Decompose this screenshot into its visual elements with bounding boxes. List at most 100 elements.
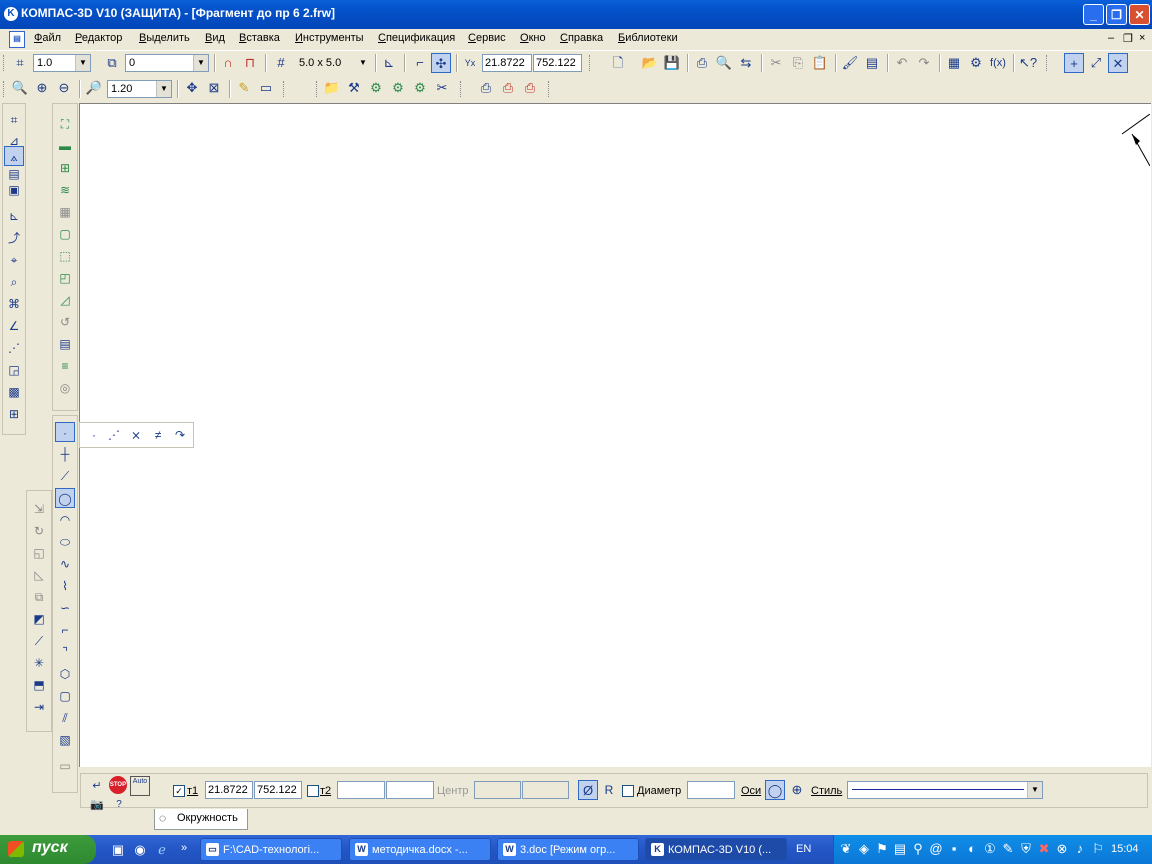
scale-icon[interactable]: ◱ — [29, 543, 49, 563]
library-tool-7-icon[interactable]: ⎙ — [498, 78, 518, 98]
center-y-field[interactable] — [522, 781, 569, 799]
print-icon[interactable]: ⎙ — [692, 53, 712, 73]
layer-icon[interactable]: ⧉ — [102, 53, 122, 73]
report-icon[interactable]: ⌕ — [4, 272, 24, 292]
tool-7-icon[interactable]: ⬚ — [55, 246, 75, 266]
menu-window[interactable]: Окно — [520, 32, 546, 44]
polygon-icon[interactable]: ⬡ — [55, 664, 75, 684]
mdi-close-button[interactable]: × — [1139, 32, 1145, 44]
tray-icon-3[interactable]: ⚑ — [872, 839, 892, 859]
zoom-combo[interactable]: 1.20 ▼ — [107, 80, 172, 98]
tool-8-icon[interactable]: ◰ — [55, 268, 75, 288]
tray-icon-6[interactable]: @ — [926, 839, 946, 859]
library-tool-3-icon[interactable]: ⚙ — [388, 78, 408, 98]
pan-icon[interactable]: ✥ — [182, 78, 202, 98]
mdi-restore-button[interactable]: ❐ — [1123, 32, 1133, 45]
library-tool-8-icon[interactable]: ⎙ — [520, 78, 540, 98]
volume-icon[interactable]: ♪ — [1070, 839, 1090, 859]
document-icon[interactable]: ▤ — [9, 31, 25, 48]
auto-button[interactable]: Auto — [130, 776, 150, 796]
quicklaunch-desktop-icon[interactable]: ▣ — [108, 840, 128, 860]
save-icon[interactable]: 💾 — [662, 53, 682, 73]
library-manager-icon[interactable]: ⚙ — [966, 53, 986, 73]
with-axes-circle-icon[interactable]: ⊕ — [787, 780, 807, 800]
line-snap-icon[interactable]: ⤢ — [1086, 53, 1106, 73]
sheet-icon[interactable]: ◲ — [4, 360, 24, 380]
manager-icon[interactable]: ▦ — [944, 53, 964, 73]
stop-button[interactable]: STOP — [109, 776, 127, 794]
menu-editor[interactable]: Редактор — [75, 32, 122, 44]
t2-x-field[interactable] — [337, 781, 385, 799]
measure-icon[interactable]: ⊾ — [4, 206, 24, 226]
language-indicator[interactable]: EN — [796, 843, 811, 855]
menu-help[interactable]: Справка — [560, 32, 603, 44]
enter-icon[interactable]: ↵ — [87, 776, 107, 796]
snap-magnet-icon[interactable]: ∩ — [218, 53, 238, 73]
ortho-icon[interactable]: ⌐ — [410, 53, 430, 73]
tool-12-icon[interactable]: ≡ — [55, 356, 75, 376]
mdi-minimize-button[interactable]: – — [1108, 32, 1114, 44]
fill-icon[interactable]: ▧ — [55, 730, 75, 750]
hatch-lines-icon[interactable]: ⫽ — [55, 708, 75, 728]
circle-tool-icon[interactable]: ◯ — [55, 488, 75, 508]
deform-icon[interactable]: ◩ — [29, 609, 49, 629]
restore-button[interactable]: ❐ — [1106, 4, 1127, 25]
tool-2-icon[interactable]: ▬ — [55, 136, 75, 156]
quicklaunch-more-icon[interactable]: » — [174, 838, 194, 858]
menu-insert[interactable]: Вставка — [239, 32, 280, 44]
zoom-window-icon[interactable]: 🔎 — [84, 78, 104, 98]
menu-service[interactable]: Сервис — [468, 32, 506, 44]
tray-icon-7[interactable]: ▪ — [944, 839, 964, 859]
trim-icon[interactable]: ⟋ — [29, 631, 49, 651]
points-on-curve-icon[interactable]: ⋰ — [104, 425, 124, 445]
tool-1-icon[interactable]: ⛶ — [55, 114, 75, 134]
shield-icon[interactable]: ⛨ — [1016, 839, 1036, 859]
coord-y-field[interactable]: 752.122 — [533, 54, 582, 72]
tool-10-icon[interactable]: ↺ — [55, 312, 75, 332]
undo-icon[interactable]: ↶ — [892, 53, 912, 73]
minimize-button[interactable]: _ — [1083, 4, 1104, 25]
toolbar-grip[interactable] — [589, 55, 593, 71]
rectangle-icon[interactable]: ▢ — [55, 686, 75, 706]
tool-5-icon[interactable]: ▦ — [55, 202, 75, 222]
export-icon[interactable]: ⇆ — [736, 53, 756, 73]
segment-icon[interactable]: ⟋ — [55, 466, 75, 486]
task-word-2[interactable]: W 3.doc [Режим огр... — [497, 838, 639, 861]
t1-x-field[interactable]: 21.8722 — [205, 781, 253, 799]
t1-y-field[interactable]: 752.122 — [254, 781, 302, 799]
library-folder-icon[interactable]: 📁 — [322, 78, 342, 98]
center-x-field[interactable] — [474, 781, 521, 799]
chevron-down-icon[interactable]: ▼ — [75, 55, 90, 71]
chevron-down-icon[interactable]: ▼ — [356, 55, 370, 71]
polyline-icon[interactable]: ∽ — [55, 598, 75, 618]
library-tool-4-icon[interactable]: ⚙ — [410, 78, 430, 98]
break-icon[interactable]: ✳ — [29, 653, 49, 673]
tool-4-icon[interactable]: ≋ — [55, 180, 75, 200]
title-bar[interactable]: K КОМПАС-3D V10 (ЗАЩИТА) - [Фрагмент до … — [0, 0, 1152, 29]
library-tool-1-icon[interactable]: ⚒ — [344, 78, 364, 98]
redo-icon[interactable]: ↷ — [914, 53, 934, 73]
library-tool-2-icon[interactable]: ⚙ — [366, 78, 386, 98]
drawing-canvas[interactable] — [79, 103, 1151, 767]
help-icon[interactable]: ? — [109, 798, 129, 812]
no-axes-circle-icon[interactable]: ◯ — [765, 780, 785, 800]
tray-icon-1[interactable]: ❦ — [836, 839, 856, 859]
toolbar-grip[interactable] — [1046, 55, 1050, 71]
geometry-tab-icon[interactable]: ⌗ — [4, 110, 24, 130]
snap-settings-icon[interactable]: ⊓ — [240, 53, 260, 73]
tray-icon-13[interactable]: ⊗ — [1052, 839, 1072, 859]
open-folder-icon[interactable]: 📂 — [640, 53, 660, 73]
library-tool-6-icon[interactable]: ⎙ — [476, 78, 496, 98]
spec-icon[interactable]: ⌖ — [4, 250, 24, 270]
clock[interactable]: 15:04 — [1111, 843, 1139, 855]
paste-icon[interactable]: 📋 — [810, 53, 830, 73]
nurbs-icon[interactable]: ⌇ — [55, 576, 75, 596]
tab-circle[interactable]: ◌ Окружность — [154, 809, 248, 830]
extend-icon[interactable]: ⇥ — [29, 697, 49, 717]
zoom-in-icon[interactable]: ⊕ — [32, 78, 52, 98]
menu-tools[interactable]: Инструменты — [295, 32, 364, 44]
quicklaunch-ie-icon[interactable]: ℯ — [152, 840, 172, 860]
chevron-down-icon[interactable]: ▼ — [156, 81, 171, 97]
tool-13-icon[interactable]: ◎ — [55, 378, 75, 398]
tool-3-icon[interactable]: ⊞ — [55, 158, 75, 178]
